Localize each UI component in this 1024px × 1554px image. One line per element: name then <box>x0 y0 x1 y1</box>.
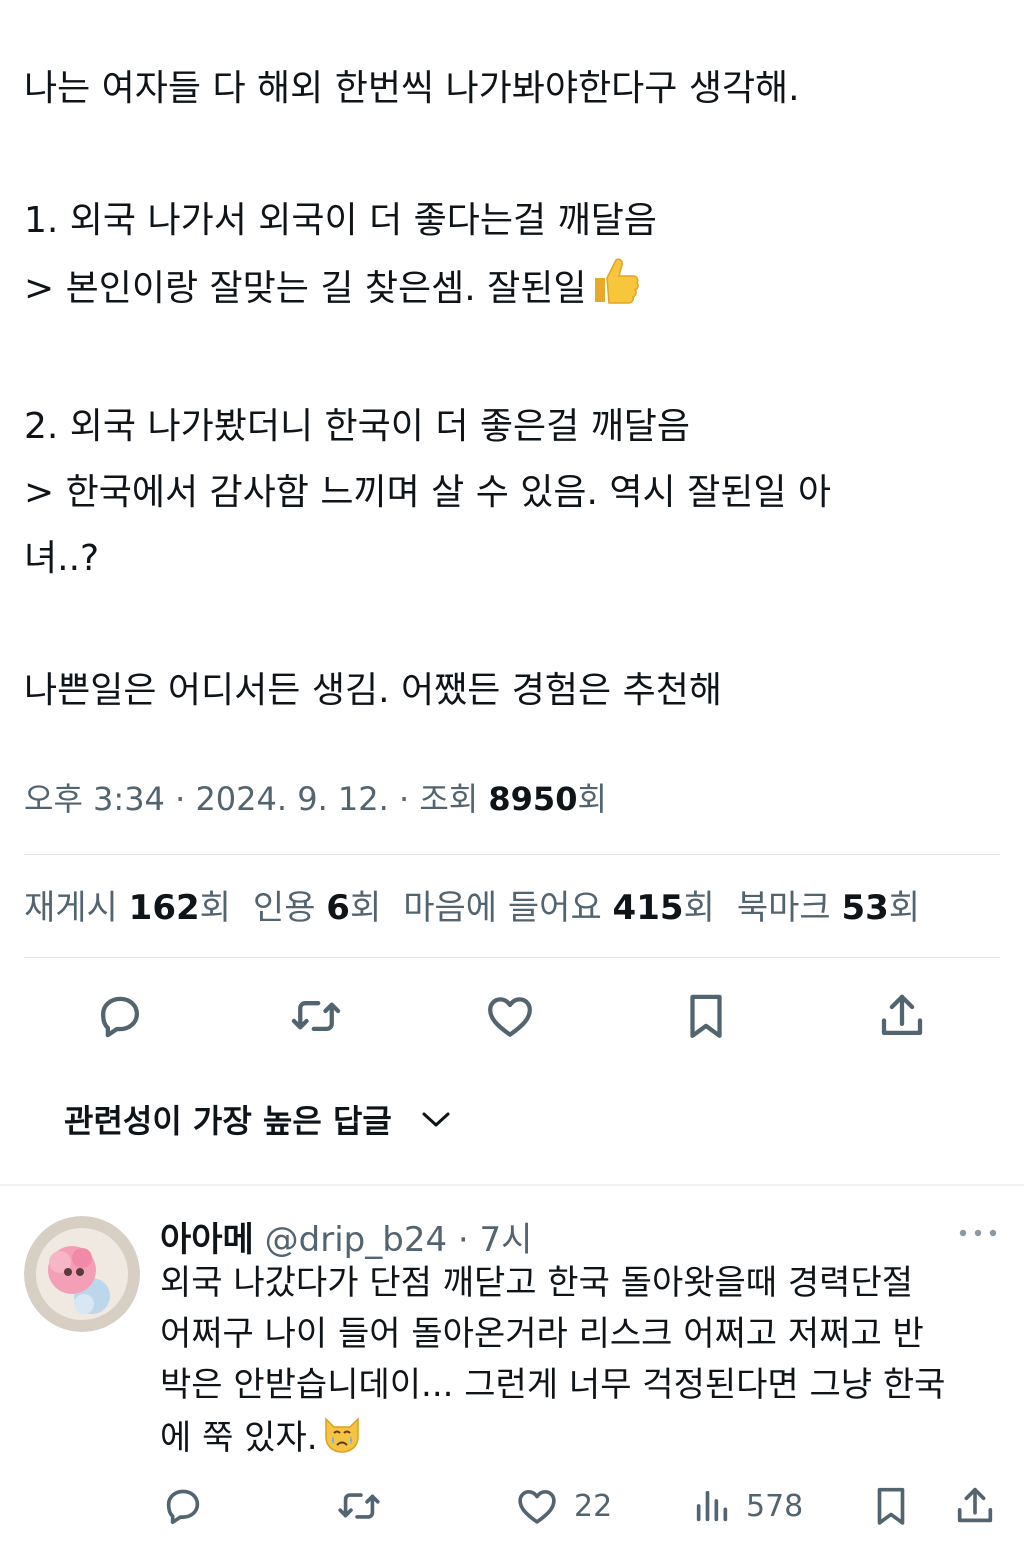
reply-share-button[interactable] <box>952 1484 998 1528</box>
tweet-time[interactable]: 오후 3:34 <box>24 780 165 818</box>
tweet-point-1: 1. 외국 나가서 외국이 더 좋다는걸 깨달음 <box>24 200 657 241</box>
reply-sort-label: 관련성이 가장 높은 답글 <box>64 1102 392 1140</box>
tweet-point-1-result: > 본인이랑 잘맞는 길 찾은셈. 잘된일 <box>24 254 1000 328</box>
tweet-closing: 나쁜일은 어디서든 생김. 어쨌든 경험은 추천해 <box>24 670 722 711</box>
reply-time[interactable]: 7시 <box>480 1220 533 1260</box>
bookmark-icon <box>690 994 722 1038</box>
reply-author-handle[interactable]: @drip_b24 <box>265 1220 447 1260</box>
retweet-icon <box>338 1493 380 1519</box>
reply-item[interactable]: 아아메 @drip_b24 · 7시 외국 나갔다가 단점 깨닫고 한국 돌아왓… <box>0 1200 1024 1554</box>
reply-author-name[interactable]: 아아메 <box>160 1220 254 1260</box>
thumbs-up-icon <box>589 254 641 328</box>
reply-button[interactable] <box>88 984 152 1048</box>
reply-retweet-button[interactable] <box>334 1484 384 1528</box>
reply-like-button[interactable]: 22 <box>514 1484 612 1528</box>
quotes-stat[interactable]: 인용 6회 <box>253 880 381 929</box>
like-button[interactable] <box>478 984 542 1048</box>
more-options-button[interactable] <box>956 1218 1000 1248</box>
tweet-point-2-result-cont: 녀..? <box>24 538 100 579</box>
reply-bookmark-button[interactable] <box>868 1484 914 1528</box>
reply-action-bar: 22 578 <box>160 1484 1010 1528</box>
reply-text: 외국 나갔다가 단점 깨닫고 한국 돌아왓을때 경력단절 어쩌구 나이 들어 돌… <box>160 1258 1010 1470</box>
tweet-meta: 오후 3:34 · 2024. 9. 12. · 조회 8950회 <box>24 780 607 818</box>
share-button[interactable] <box>870 984 934 1048</box>
bookmark-icon <box>877 1487 905 1525</box>
divider <box>24 957 1000 958</box>
reply-line: 어쩌구 나이 들어 돌아온거라 리스크 어쩌고 저쩌고 반 <box>160 1314 924 1354</box>
views-count: 8950 <box>488 780 578 818</box>
tweet-text: 나는 여자들 다 해외 한번씩 나가봐야한다구 생각해. 1. 외국 나가서 외… <box>24 56 1000 724</box>
reply-sort-dropdown[interactable]: 관련성이 가장 높은 답글 <box>64 1096 452 1142</box>
retweet-button[interactable] <box>284 984 348 1048</box>
bookmark-button[interactable] <box>674 984 738 1048</box>
analytics-icon <box>696 1490 728 1522</box>
divider <box>24 854 1000 855</box>
tweet-stats: 재게시 162회 인용 6회 마음에 들어요 415회 북마크 53회 <box>24 880 920 929</box>
like-icon <box>488 997 532 1037</box>
likes-stat[interactable]: 마음에 들어요 415회 <box>403 880 715 929</box>
retweet-icon <box>291 1001 341 1031</box>
reply-line: 외국 나갔다가 단점 깨닫고 한국 돌아왓을때 경력단절 <box>160 1263 914 1303</box>
reply-view-count: 578 <box>746 1488 804 1524</box>
reply-like-count: 22 <box>574 1488 613 1524</box>
reply-reply-button[interactable] <box>160 1484 206 1528</box>
tweet-point-2-result: > 한국에서 감사함 느끼며 살 수 있음. 역시 잘된일 아 <box>24 472 831 513</box>
reply-line: 에 쭉 있자. <box>160 1411 1010 1470</box>
reply-icon <box>166 1489 200 1525</box>
tweet-date[interactable]: 2024. 9. 12. <box>195 780 388 818</box>
tweet-action-bar <box>24 984 1000 1048</box>
chevron-down-icon <box>422 1112 450 1127</box>
share-icon <box>957 1487 993 1523</box>
retweets-stat[interactable]: 재게시 162회 <box>24 880 231 929</box>
like-icon <box>518 1489 556 1524</box>
crying-cat-icon <box>320 1411 364 1470</box>
reply-views-button[interactable]: 578 <box>692 1484 803 1528</box>
avatar[interactable] <box>24 1216 140 1332</box>
bookmarks-stat[interactable]: 북마크 53회 <box>737 880 920 929</box>
reply-line: 박은 안받습니데이... 그런게 너무 걱정된다면 그냥 한국 <box>160 1365 946 1405</box>
tweet-intro: 나는 여자들 다 해외 한번씩 나가봐야한다구 생각해. <box>24 68 800 109</box>
more-icon <box>959 1229 997 1237</box>
section-divider <box>0 1184 1024 1186</box>
tweet-point-2: 2. 외국 나가봤더니 한국이 더 좋은걸 깨달음 <box>24 406 691 447</box>
reply-icon <box>100 996 140 1038</box>
share-icon <box>881 994 923 1036</box>
reply-header: 아아메 @drip_b24 · 7시 <box>160 1220 533 1260</box>
